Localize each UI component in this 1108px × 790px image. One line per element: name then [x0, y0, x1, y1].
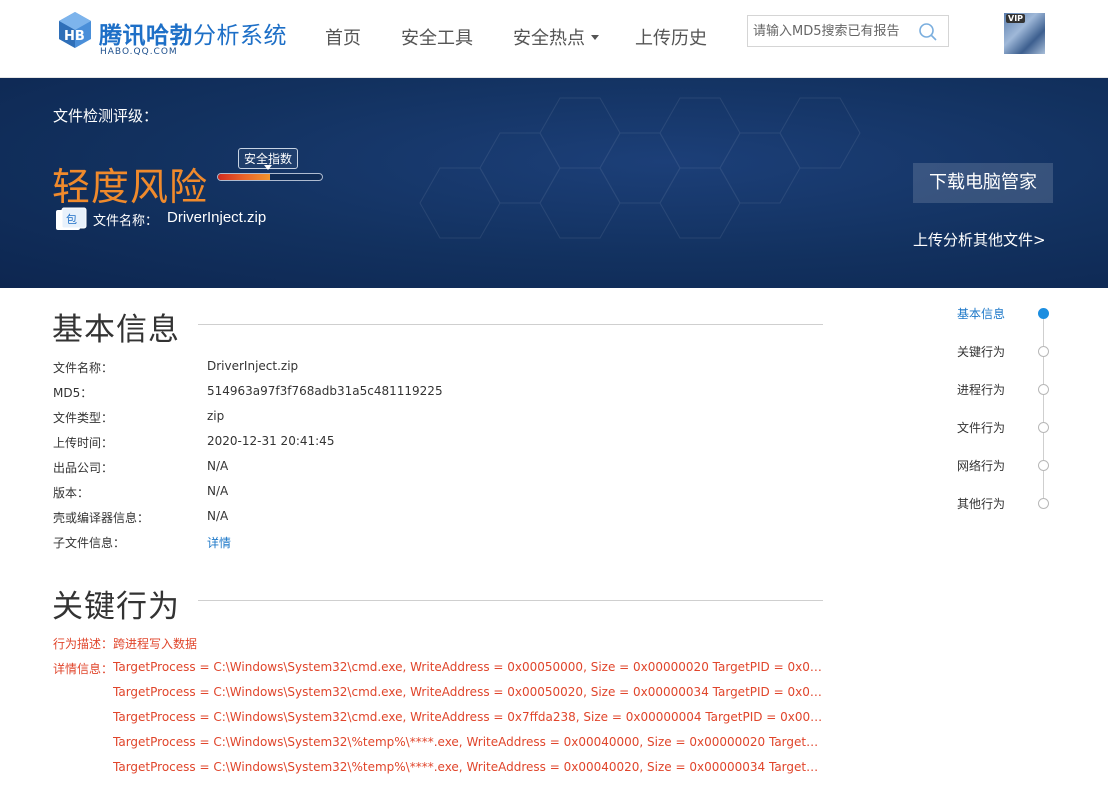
nav-home[interactable]: 首页 — [325, 24, 361, 50]
section-divider — [198, 324, 823, 325]
search-input[interactable] — [753, 16, 913, 46]
file-name-label: 文件名称： — [93, 214, 159, 229]
side-nav-dot-basic-info[interactable] — [1038, 308, 1049, 319]
info-value-upload-time: 2020-12-31 20:41:45 — [207, 434, 335, 448]
habo-logo-icon: HB — [59, 12, 91, 48]
side-nav-track — [1043, 313, 1044, 503]
rating-label: 文件检测评级： — [53, 107, 159, 125]
brand-name-strong: 腾讯哈勃 — [99, 23, 193, 49]
info-value-version: N/A — [207, 484, 229, 498]
behavior-detail-line: TargetProcess = C:\Windows\System32\cmd.… — [113, 660, 825, 674]
info-value-packer: N/A — [207, 509, 229, 523]
side-nav-key-behavior[interactable]: 关键行为 — [957, 343, 1005, 360]
behavior-detail-line: TargetProcess = C:\Windows\System32\cmd.… — [113, 710, 825, 724]
download-pc-manager-button[interactable]: 下载电脑管家 — [913, 163, 1053, 203]
caret-down-icon — [591, 34, 599, 40]
md5-search-box — [747, 15, 949, 47]
info-label-publisher: 出品公司： — [53, 461, 114, 475]
info-value-md5: 514963a97f3f768adb31a5c481119225 — [207, 384, 443, 398]
nav-security-hotspots[interactable]: 安全热点 — [513, 24, 599, 50]
side-nav-dot-key-behavior[interactable] — [1038, 346, 1049, 357]
side-nav-process-behavior[interactable]: 进程行为 — [957, 381, 1005, 398]
vip-badge: VIP — [1006, 14, 1026, 23]
basic-info-heading: 基本信息 — [52, 312, 180, 348]
score-pointer-icon — [264, 165, 272, 170]
brand-name-light: 分析系统 — [193, 23, 287, 49]
info-label-version: 版本： — [53, 486, 90, 500]
behavior-detail-line: TargetProcess = C:\Windows\System32\%tem… — [113, 760, 825, 774]
top-navbar: HB 腾讯哈勃分析系统 HABO.QQ.COM 首页 安全工具 安全热点 上传历… — [0, 0, 1108, 78]
risk-level: 轻度风险 — [52, 165, 209, 209]
info-label-packer: 壳或编译器信息： — [53, 511, 150, 525]
info-label-md5: MD5： — [53, 386, 93, 400]
svg-text:HB: HB — [64, 29, 85, 44]
info-value-publisher: N/A — [207, 459, 229, 473]
file-name-value: DriverInject.zip — [167, 209, 267, 226]
package-file-icon: 包 — [56, 207, 87, 230]
nav-upload-history[interactable]: 上传历史 — [635, 24, 707, 50]
habo-logo[interactable]: HB 腾讯哈勃分析系统 HABO.QQ.COM — [55, 10, 295, 62]
side-nav-dot-file-behavior[interactable] — [1038, 422, 1049, 433]
behavior-desc-label: 行为描述： — [53, 637, 114, 651]
upload-other-file-link[interactable]: 上传分析其他文件> — [913, 229, 1046, 250]
nav-security-hotspots-label: 安全热点 — [513, 28, 585, 49]
nav-security-tools[interactable]: 安全工具 — [401, 24, 473, 50]
behavior-detail-label: 详情信息： — [53, 662, 114, 676]
side-nav-other-behavior[interactable]: 其他行为 — [957, 495, 1005, 512]
side-nav-basic-info[interactable]: 基本信息 — [957, 305, 1005, 322]
behavior-detail-line: TargetProcess = C:\Windows\System32\%tem… — [113, 735, 825, 749]
search-icon[interactable] — [918, 22, 938, 42]
brand-title: 腾讯哈勃分析系统 — [99, 16, 287, 50]
info-label-filename: 文件名称： — [53, 361, 114, 375]
section-divider — [198, 600, 823, 601]
side-nav-file-behavior[interactable]: 文件行为 — [957, 419, 1005, 436]
brand-domain: HABO.QQ.COM — [100, 47, 178, 57]
key-behavior-heading: 关键行为 — [52, 589, 180, 625]
info-label-upload-time: 上传时间： — [53, 436, 114, 450]
side-nav-network-behavior[interactable]: 网络行为 — [957, 457, 1005, 474]
info-label-filetype: 文件类型： — [53, 411, 114, 425]
info-label-subfiles: 子文件信息： — [53, 536, 126, 550]
file-icon-glyph: 包 — [66, 213, 77, 226]
side-nav-dot-network-behavior[interactable] — [1038, 460, 1049, 471]
behavior-detail-line: TargetProcess = C:\Windows\System32\cmd.… — [113, 685, 825, 699]
side-nav-dot-process-behavior[interactable] — [1038, 384, 1049, 395]
info-value-filetype: zip — [207, 409, 225, 423]
behavior-desc-value: 跨进程写入数据 — [113, 637, 198, 651]
security-score-bar — [217, 173, 323, 181]
subfile-details-link[interactable]: 详情 — [207, 534, 231, 551]
report-banner: 文件检测评级： 轻度风险 安全指数 包 文件名称： DriverInject.z… — [0, 78, 1108, 288]
user-avatar[interactable]: VIP — [1004, 13, 1045, 54]
security-score-fill — [218, 174, 270, 180]
side-nav-dot-other-behavior[interactable] — [1038, 498, 1049, 509]
info-value-filename: DriverInject.zip — [207, 359, 299, 373]
